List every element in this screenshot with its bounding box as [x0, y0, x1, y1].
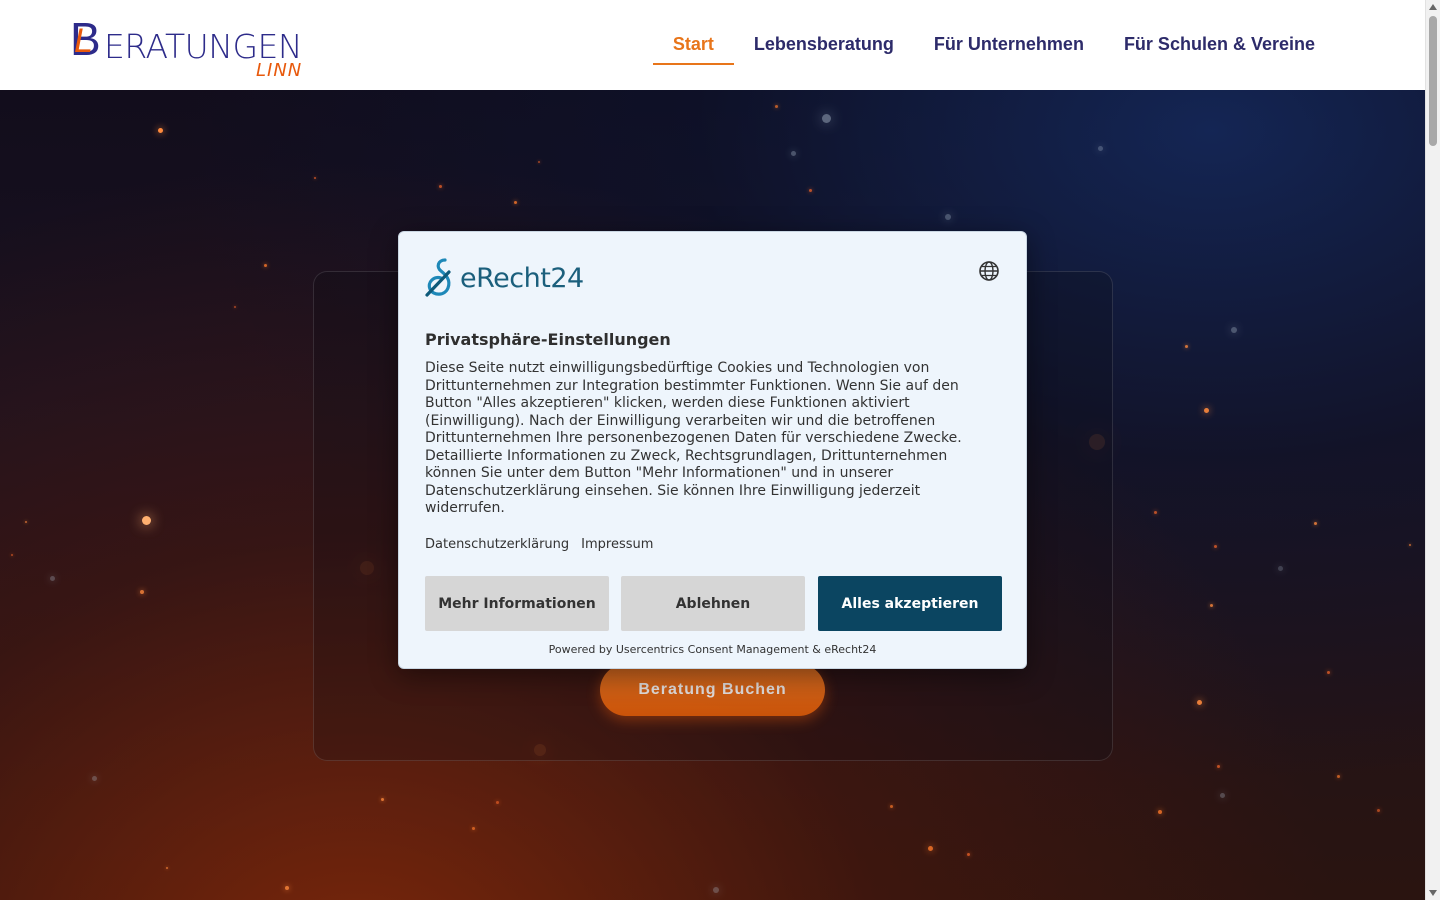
privacy-policy-link[interactable]: Datenschutzerklärung: [425, 537, 569, 552]
ember-particle: [1216, 764, 1220, 768]
ember-particle: [234, 306, 236, 308]
scroll-up-arrow-icon[interactable]: [1429, 4, 1437, 10]
ember-particle: [1153, 510, 1157, 514]
logo-sub-text: LINN: [256, 60, 303, 81]
accept-all-button[interactable]: Alles akzeptieren: [818, 576, 1002, 631]
ember-particle: [1376, 808, 1380, 812]
ember-particle: [495, 800, 499, 804]
scroll-thumb[interactable]: [1429, 16, 1437, 146]
consent-links: Datenschutzerklärung Impressum: [425, 537, 653, 552]
ember-particle: [774, 104, 778, 108]
consent-body-text: Diese Seite nutzt einwilligungsbedürftig…: [425, 360, 962, 516]
ember-particle: [314, 177, 316, 179]
ember-particle: [1184, 344, 1188, 348]
scrollbar[interactable]: [1425, 0, 1440, 900]
ember-particle: [538, 161, 540, 163]
ember-particle: [25, 521, 27, 523]
ember-particle: [808, 188, 812, 192]
ember-particle: [713, 887, 719, 893]
powered-by-text: Powered by Usercentrics Consent Manageme…: [548, 643, 877, 656]
ember-particle: [1209, 603, 1213, 607]
erecht24-mark-icon: [425, 258, 451, 297]
ember-particle: [1097, 145, 1103, 151]
consent-title: Privatsphäre-Einstellungen: [425, 330, 671, 349]
ember-particle: [166, 867, 168, 869]
site-header: B L ERATUNGEN LINN Start Lebensberatung …: [0, 0, 1425, 90]
consent-dialog: eRecht24 Privatsphäre-Einstellungen Dies…: [398, 231, 1027, 669]
ember-particle: [438, 184, 442, 188]
imprint-link[interactable]: Impressum: [581, 537, 653, 552]
ember-particle: [49, 575, 55, 581]
ember-particle: [821, 113, 831, 123]
ember-particle: [91, 775, 97, 781]
logo[interactable]: B L ERATUNGEN LINN: [70, 14, 310, 84]
scroll-down-arrow-icon[interactable]: [1429, 890, 1437, 896]
nav-item-lebensberatung[interactable]: Lebensberatung: [734, 30, 914, 65]
ember-particle: [1203, 407, 1209, 413]
logo-main-text: ERATUNGEN: [104, 27, 303, 66]
erecht24-brand-text: eRecht24: [460, 262, 584, 294]
ember-particle: [1336, 774, 1340, 778]
logo-letter-l: L: [74, 22, 93, 60]
ember-particle: [1326, 670, 1330, 674]
ember-particle: [471, 826, 475, 830]
ember-particle: [140, 590, 144, 594]
ember-particle: [966, 852, 970, 856]
ember-particle: [1277, 565, 1283, 571]
ember-particle: [1158, 810, 1162, 814]
nav-item-unternehmen[interactable]: Für Unternehmen: [914, 30, 1104, 65]
nav-item-schulen-vereine[interactable]: Für Schulen & Vereine: [1104, 30, 1335, 65]
ember-particle: [380, 797, 384, 801]
ember-particle: [1219, 792, 1225, 798]
ember-particle: [285, 886, 289, 890]
ember-particle: [927, 845, 933, 851]
ember-particle: [1196, 699, 1202, 705]
deny-button[interactable]: Ablehnen: [621, 576, 805, 631]
book-consultation-button[interactable]: Beratung Buchen: [600, 664, 825, 716]
main-nav: Start Lebensberatung Für Unternehmen Für…: [652, 30, 1335, 65]
ember-particle: [1313, 521, 1317, 525]
ember-particle: [1409, 544, 1411, 546]
ember-particle: [141, 515, 151, 525]
ember-particle: [157, 127, 163, 133]
erecht24-logo: eRecht24: [425, 258, 584, 298]
ember-particle: [790, 150, 796, 156]
ember-particle: [263, 263, 267, 267]
ember-particle: [513, 200, 517, 204]
globe-icon[interactable]: [978, 260, 1000, 282]
nav-item-start[interactable]: Start: [652, 30, 734, 65]
ember-particle: [945, 214, 951, 220]
more-info-button[interactable]: Mehr Informationen: [425, 576, 609, 631]
ember-particle: [1231, 327, 1237, 333]
ember-particle: [11, 554, 13, 556]
ember-particle: [889, 804, 893, 808]
ember-particle: [1213, 544, 1217, 548]
